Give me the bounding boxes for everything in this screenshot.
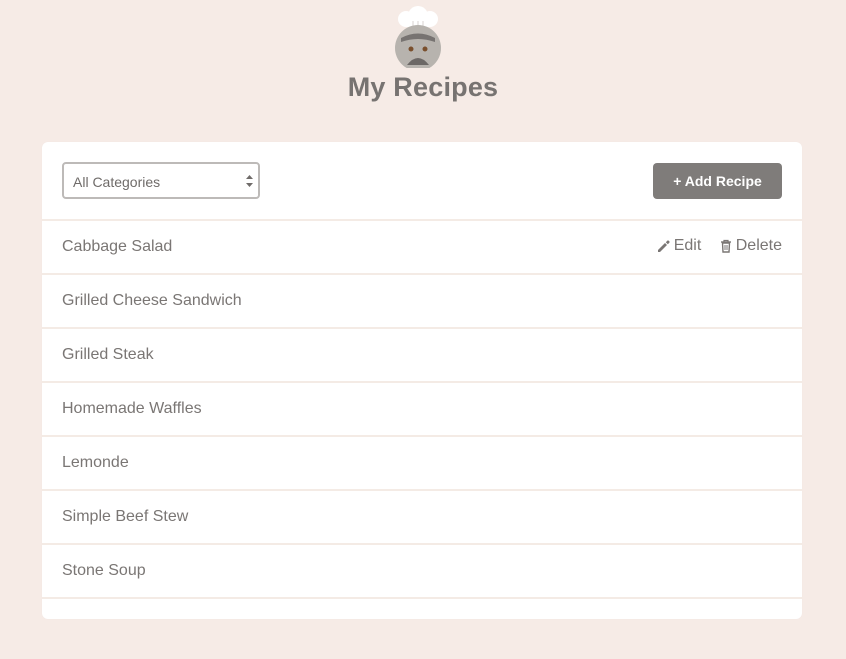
recipe-name[interactable]: Cabbage Salad bbox=[62, 238, 172, 256]
recipe-name[interactable]: Stone Soup bbox=[62, 562, 146, 580]
recipes-panel: All Categories + Add Recipe Cabbage Sala… bbox=[42, 142, 802, 619]
recipe-row: Grilled Steak bbox=[42, 329, 802, 383]
category-select-value: All Categories bbox=[73, 174, 161, 190]
page-title: My Recipes bbox=[347, 72, 499, 102]
pencil-icon bbox=[657, 240, 670, 252]
recipe-row: Cabbage Salad Edit Delete bbox=[42, 221, 802, 275]
recipe-row-actions: Edit Delete bbox=[642, 237, 782, 257]
chef-logo-icon bbox=[395, 6, 441, 68]
recipe-row: Homemade Waffles bbox=[42, 383, 802, 437]
recipe-row: Grilled Cheese Sandwich bbox=[42, 275, 802, 329]
category-select[interactable]: All Categories bbox=[62, 162, 260, 199]
recipe-name[interactable]: Grilled Cheese Sandwich bbox=[62, 292, 242, 310]
recipe-row: Stone Soup bbox=[42, 545, 802, 599]
delete-recipe-button[interactable]: Delete bbox=[720, 237, 782, 255]
recipe-row: Simple Beef Stew bbox=[42, 491, 802, 545]
recipe-list: Cabbage Salad Edit Delete Grilled Cheese… bbox=[42, 221, 802, 599]
edit-label: Edit bbox=[673, 237, 702, 254]
select-arrows-icon bbox=[246, 175, 253, 187]
toolbar: All Categories + Add Recipe bbox=[42, 142, 802, 221]
recipe-row: Lemonde bbox=[42, 437, 802, 491]
recipe-name[interactable]: Grilled Steak bbox=[62, 346, 154, 364]
trash-icon bbox=[720, 239, 731, 253]
recipe-name[interactable]: Homemade Waffles bbox=[62, 400, 202, 418]
edit-recipe-button[interactable]: Edit bbox=[656, 237, 702, 255]
recipe-name[interactable]: Lemonde bbox=[62, 454, 129, 472]
delete-label: Delete bbox=[735, 237, 782, 254]
recipe-name[interactable]: Simple Beef Stew bbox=[62, 508, 188, 526]
add-recipe-button[interactable]: + Add Recipe bbox=[653, 163, 782, 199]
